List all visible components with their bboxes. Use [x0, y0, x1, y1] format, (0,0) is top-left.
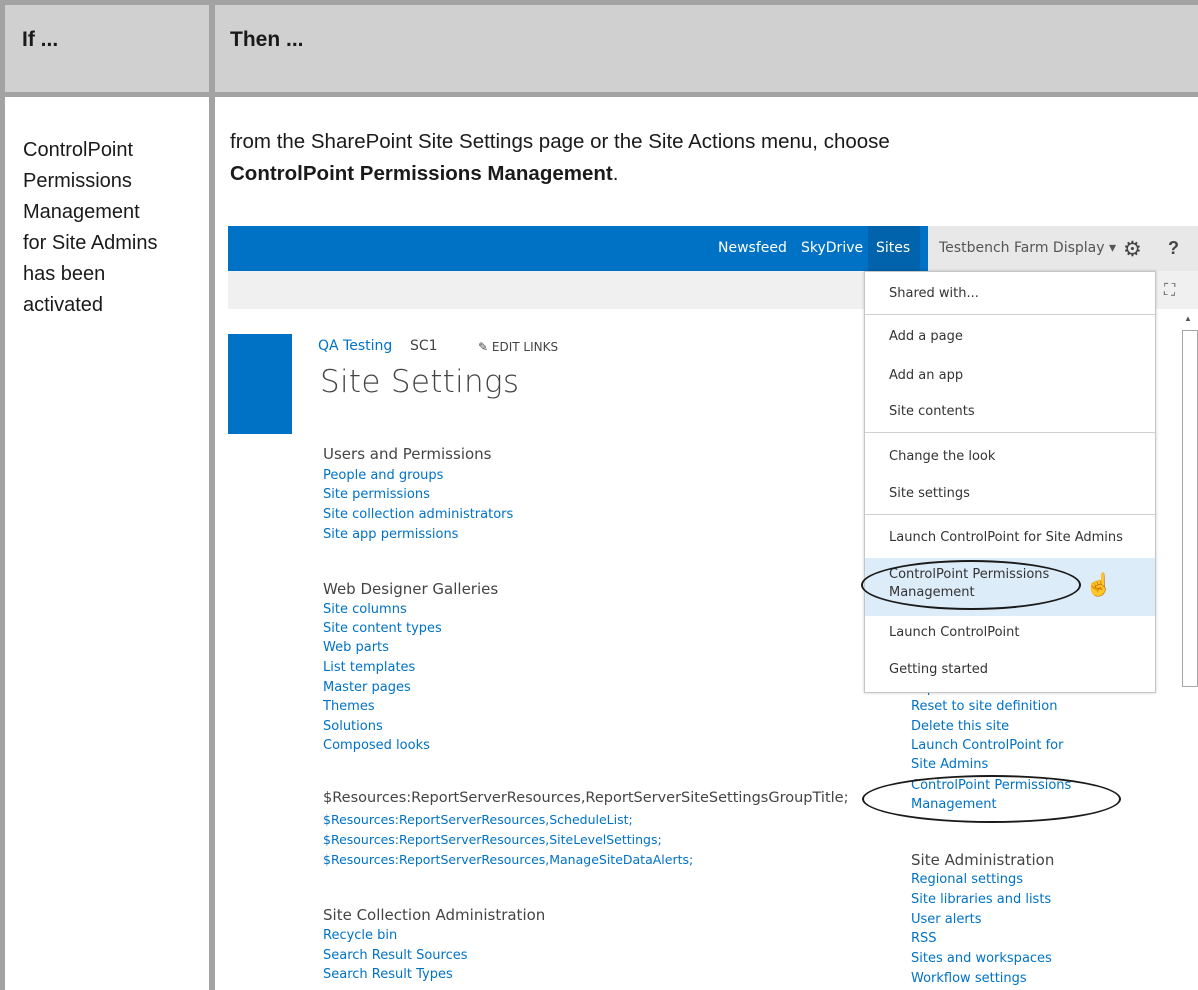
- settings-link[interactable]: $Resources:ReportServerResources,ManageS…: [323, 852, 693, 868]
- settings-link[interactable]: Delete this site: [911, 719, 1009, 735]
- settings-link[interactable]: Search Result Sources: [323, 948, 468, 964]
- settings-link[interactable]: Launch ControlPoint for: [911, 738, 1063, 754]
- scroll-up-icon[interactable]: ▲: [1184, 314, 1192, 323]
- menu-item-shared-with[interactable]: Shared with...: [889, 286, 979, 301]
- if-line: for Site Admins: [23, 232, 158, 254]
- settings-link[interactable]: $Resources:ReportServerResources,Schedul…: [323, 812, 633, 828]
- group-title: Users and Permissions: [323, 445, 492, 463]
- focus-content-icon[interactable]: ⛶: [1164, 282, 1175, 300]
- settings-link[interactable]: Reset to site definition: [911, 699, 1057, 715]
- settings-link[interactable]: Recycle bin: [323, 928, 397, 944]
- menu-item-site-settings[interactable]: Site settings: [889, 486, 970, 501]
- group-title: $Resources:ReportServerResources,ReportS…: [323, 790, 849, 806]
- if-line: has been: [23, 263, 106, 285]
- menu-item-add-app[interactable]: Add an app: [889, 368, 963, 383]
- edit-links[interactable]: ✎ EDIT LINKS: [478, 340, 558, 354]
- site-logo: [228, 334, 292, 434]
- settings-link[interactable]: Site libraries and lists: [911, 892, 1051, 908]
- edit-links-label: EDIT LINKS: [491, 340, 559, 354]
- settings-link[interactable]: Master pages: [323, 680, 411, 696]
- settings-link[interactable]: Site columns: [323, 602, 407, 618]
- settings-link[interactable]: People and groups: [323, 468, 443, 484]
- breadcrumb-sub[interactable]: SC1: [410, 338, 438, 354]
- gear-icon[interactable]: ⚙: [1123, 237, 1142, 262]
- if-line: ControlPoint: [23, 139, 134, 161]
- sites-dropdown-menu: Shared with... Add a page Add an app Sit…: [861, 271, 1156, 693]
- settings-link[interactable]: $Resources:ReportServerResources,SiteLev…: [323, 832, 662, 848]
- settings-link[interactable]: Site app permissions: [323, 527, 458, 543]
- settings-link[interactable]: Composed looks: [323, 738, 430, 754]
- settings-link[interactable]: Site Admins: [911, 757, 988, 773]
- if-line: Permissions: [23, 170, 132, 192]
- breadcrumb-site[interactable]: QA Testing: [318, 338, 392, 354]
- settings-link[interactable]: Search Result Types: [323, 967, 453, 983]
- group-title: Site Administration: [911, 851, 1055, 869]
- settings-link[interactable]: Site collection administrators: [323, 507, 513, 523]
- then-end: .: [612, 162, 619, 185]
- settings-link[interactable]: Workflow settings: [911, 971, 1027, 987]
- then-bold: ControlPoint Permissions Management: [230, 162, 613, 185]
- highlight-oval: [862, 775, 1121, 823]
- settings-link[interactable]: Solutions: [323, 719, 383, 735]
- nav-newsfeed[interactable]: Newsfeed: [718, 240, 787, 256]
- table-header: [0, 0, 1198, 97]
- settings-link[interactable]: List templates: [323, 660, 415, 676]
- settings-link[interactable]: Sites and workspaces: [911, 951, 1052, 967]
- settings-link[interactable]: RSS: [911, 931, 937, 947]
- header-then: Then ...: [230, 28, 304, 51]
- menu-item-change-look[interactable]: Change the look: [889, 449, 995, 464]
- settings-link[interactable]: Site permissions: [323, 487, 430, 503]
- nav-sites[interactable]: Sites: [876, 240, 910, 256]
- group-title: Web Designer Galleries: [323, 580, 499, 598]
- group-title: Site Collection Administration: [323, 906, 546, 924]
- settings-link[interactable]: Regional settings: [911, 872, 1023, 888]
- settings-link[interactable]: Themes: [323, 699, 375, 715]
- table-border-column: [209, 0, 215, 990]
- then-text-line2: ControlPoint Permissions Management.: [230, 162, 618, 186]
- menu-item-launch-cp-site-admins[interactable]: Launch ControlPoint for Site Admins: [889, 530, 1123, 545]
- if-cell: ControlPoint Permissions Management for …: [23, 135, 203, 321]
- menu-divider: [865, 314, 1155, 315]
- hand-cursor-icon: ☝: [1085, 572, 1113, 597]
- menu-item-add-page[interactable]: Add a page: [889, 329, 963, 344]
- table-border-top: [0, 0, 1198, 5]
- if-line: Management: [23, 201, 140, 223]
- menu-item-getting-started[interactable]: Getting started: [889, 662, 988, 677]
- header-if: If ...: [22, 28, 59, 51]
- settings-link[interactable]: Web parts: [323, 640, 389, 656]
- table-border-header: [0, 92, 1198, 97]
- sharepoint-screenshot: Newsfeed SkyDrive Sites Testbench Farm D…: [228, 226, 1198, 990]
- pencil-icon: ✎: [478, 340, 492, 354]
- user-name: Testbench Farm Display ▾: [939, 240, 1116, 256]
- page-title: Site Settings: [320, 364, 520, 400]
- help-icon[interactable]: ?: [1168, 238, 1179, 259]
- highlight-oval: [861, 560, 1081, 610]
- menu-divider: [865, 514, 1155, 515]
- menu-divider: [865, 432, 1155, 433]
- menu-item-launch-cp[interactable]: Launch ControlPoint: [889, 625, 1019, 640]
- then-text-line1: from the SharePoint Site Settings page o…: [230, 130, 890, 153]
- nav-skydrive[interactable]: SkyDrive: [801, 240, 863, 256]
- scrollbar-thumb[interactable]: [1182, 330, 1198, 687]
- settings-link[interactable]: User alerts: [911, 912, 982, 928]
- settings-link[interactable]: Site content types: [323, 621, 442, 637]
- if-line: activated: [23, 294, 104, 316]
- menu-item-site-contents[interactable]: Site contents: [889, 404, 975, 419]
- table-border-left: [0, 0, 5, 990]
